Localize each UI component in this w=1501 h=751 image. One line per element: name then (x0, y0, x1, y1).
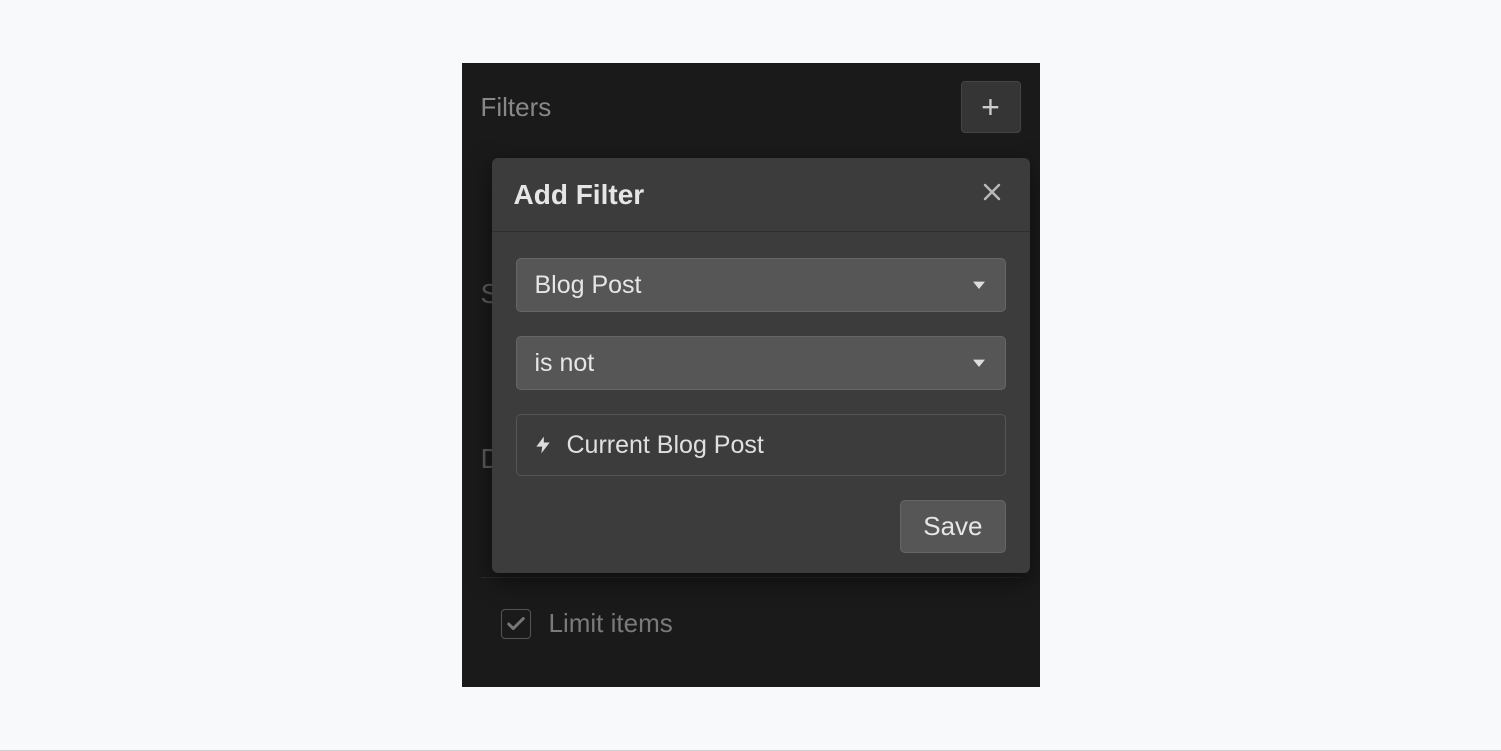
add-filter-modal: Add Filter Blog Post is not Current Blog… (492, 158, 1030, 573)
close-button[interactable] (976, 176, 1008, 213)
filters-panel: Filters + S D Limit items Add Filter Blo… (462, 63, 1040, 687)
check-icon (505, 613, 527, 635)
limit-items-label: Limit items (549, 608, 673, 639)
lightning-bolt-icon (533, 432, 553, 458)
limit-items-checkbox[interactable] (501, 609, 531, 639)
filters-panel-header: Filters + (462, 63, 1040, 133)
close-icon (980, 180, 1004, 204)
plus-icon: + (981, 91, 1000, 123)
modal-footer: Save (516, 500, 1006, 553)
divider (481, 577, 1021, 578)
chevron-down-icon (971, 277, 987, 293)
modal-title: Add Filter (514, 179, 645, 211)
filter-operator-select[interactable]: is not (516, 336, 1006, 390)
filters-section-title: Filters (481, 92, 552, 123)
modal-body: Blog Post is not Current Blog Post Save (492, 232, 1030, 573)
add-filter-button[interactable]: + (961, 81, 1021, 133)
save-button[interactable]: Save (900, 500, 1005, 553)
filter-field-value: Blog Post (535, 271, 642, 300)
limit-items-row: Limit items (501, 608, 673, 639)
filter-value-field[interactable]: Current Blog Post (516, 414, 1006, 476)
modal-header: Add Filter (492, 158, 1030, 232)
chevron-down-icon (971, 355, 987, 371)
filter-value-text: Current Blog Post (567, 431, 764, 460)
filter-field-select[interactable]: Blog Post (516, 258, 1006, 312)
filter-operator-value: is not (535, 349, 595, 378)
